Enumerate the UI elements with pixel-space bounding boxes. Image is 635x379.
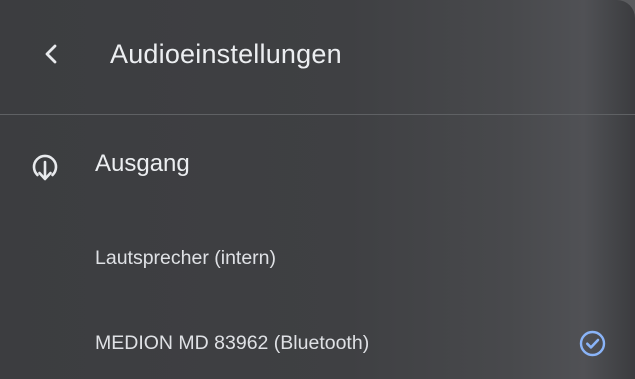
checkmark-circle-icon [579, 330, 606, 357]
page-title: Audioeinstellungen [110, 39, 342, 69]
device-label: MEDION MD 83962 (Bluetooth) [95, 332, 370, 354]
chevron-left-icon [45, 44, 57, 64]
section-title: Ausgang [95, 150, 190, 177]
audio-output-icon [32, 154, 58, 181]
audio-settings-panel: Audioeinstellungen Ausgang Lautsprecher … [0, 0, 635, 379]
header: Audioeinstellungen [0, 0, 635, 115]
output-device-bluetooth[interactable]: MEDION MD 83962 (Bluetooth) [0, 313, 635, 373]
back-button[interactable] [32, 36, 72, 72]
device-label: Lautsprecher (intern) [95, 247, 277, 269]
output-section-header: Ausgang [0, 138, 635, 192]
output-device-internal-speaker[interactable]: Lautsprecher (intern) [0, 228, 635, 288]
